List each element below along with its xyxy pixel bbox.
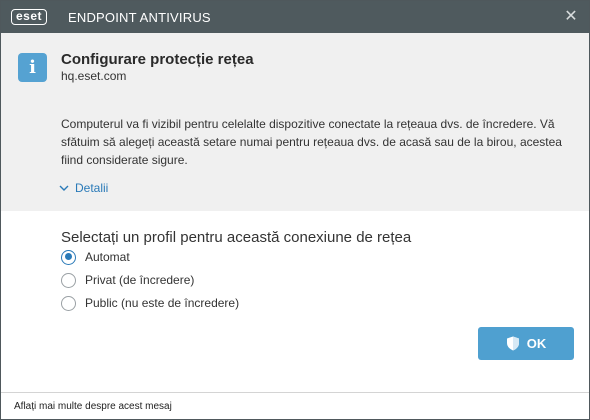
radio-button[interactable] bbox=[61, 295, 76, 311]
eset-logo-icon: eset bbox=[11, 9, 48, 25]
learn-more-link[interactable]: Aflați mai multe despre acest mesaj bbox=[14, 401, 172, 412]
radio-automat[interactable]: Automat bbox=[61, 248, 130, 266]
dialog-window: eset ENDPOINT ANTIVIRUS ✕ i Configurare … bbox=[0, 0, 590, 420]
footer: Aflați mai multe despre acest mesaj bbox=[1, 392, 589, 419]
radio-button[interactable] bbox=[61, 249, 76, 265]
radio-label: Public (nu este de încredere) bbox=[85, 296, 240, 310]
shield-icon bbox=[506, 336, 519, 351]
details-toggle[interactable]: Detalii bbox=[58, 180, 108, 196]
radio-label: Privat (de încredere) bbox=[85, 273, 195, 287]
title-bar: eset ENDPOINT ANTIVIRUS ✕ bbox=[1, 1, 589, 33]
panel-title: Configurare protecție rețea bbox=[61, 51, 254, 68]
panel-description: Computerul va fi vizibil pentru celelalt… bbox=[61, 117, 562, 167]
chevron-down-icon bbox=[59, 185, 69, 191]
ok-button[interactable]: OK bbox=[478, 327, 574, 360]
info-icon: i bbox=[18, 53, 47, 82]
app-title: ENDPOINT ANTIVIRUS bbox=[68, 10, 211, 25]
radio-label: Automat bbox=[85, 250, 130, 264]
radio-button[interactable] bbox=[61, 272, 76, 288]
profile-heading: Selectați un profil pentru această conex… bbox=[61, 229, 412, 246]
radio-public[interactable]: Public (nu este de încredere) bbox=[61, 294, 239, 312]
info-panel: i Configurare protecție rețea hq.eset.co… bbox=[1, 33, 589, 211]
close-icon: ✕ bbox=[564, 8, 578, 25]
network-name: hq.eset.com bbox=[61, 69, 127, 83]
ok-label: OK bbox=[526, 336, 547, 351]
close-button[interactable]: ✕ bbox=[561, 7, 581, 27]
radio-privat[interactable]: Privat (de încredere) bbox=[61, 271, 194, 289]
details-label: Detalii bbox=[75, 181, 109, 195]
